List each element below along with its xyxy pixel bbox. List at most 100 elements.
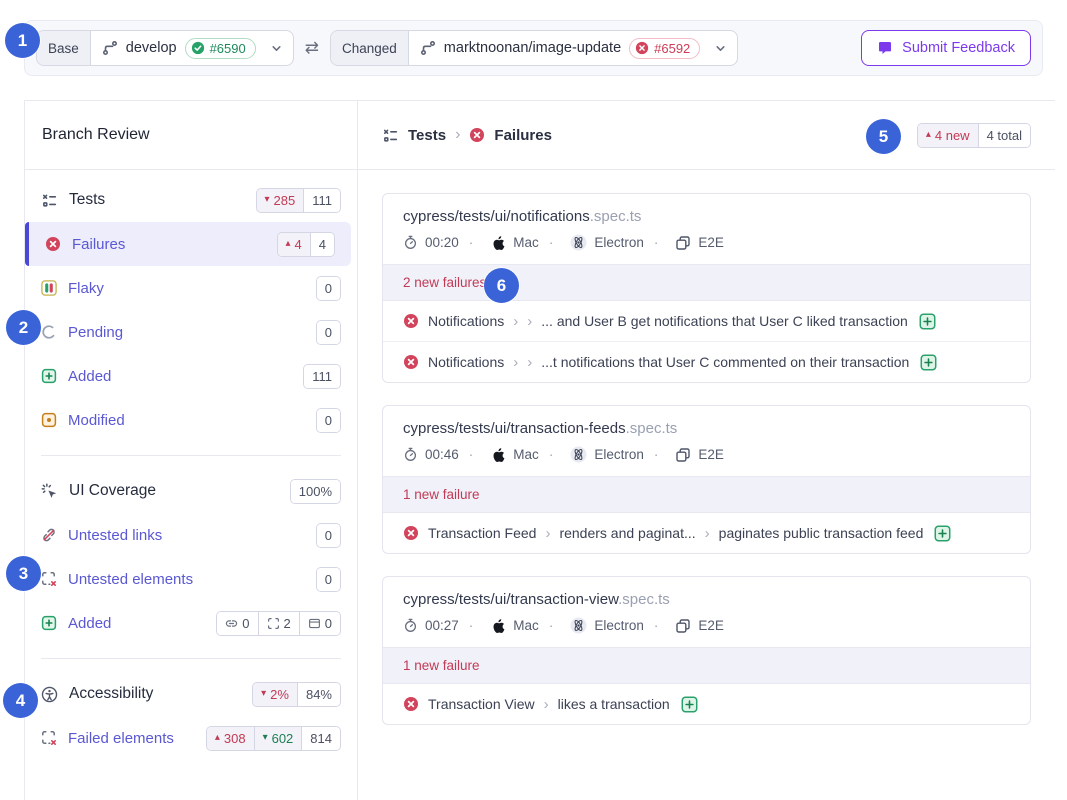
modified-icon: [41, 412, 57, 428]
swap-branches-icon[interactable]: ⇄: [305, 38, 319, 58]
check-circle-icon: [191, 41, 205, 55]
window-icon: [308, 617, 321, 630]
untested-elements-badge: 0: [316, 567, 341, 592]
stopwatch-icon: [403, 618, 418, 633]
sidebar-item-modified[interactable]: Modified 0: [25, 398, 357, 442]
spec-path: cypress/tests/ui/transaction-feeds.spec.…: [403, 420, 1010, 437]
x-circle-icon: [45, 236, 61, 252]
annotation-marker-5: 5: [866, 119, 901, 154]
sidebar-item-untested-links[interactable]: Untested links 0: [25, 513, 357, 557]
spec-test-type: E2E: [698, 447, 724, 462]
untested-links-badge: 0: [316, 523, 341, 548]
flaky-badge: 0: [316, 276, 341, 301]
x-circle-icon: [403, 696, 419, 712]
changed-branch-select[interactable]: Changed marktnoonan/image-update #6592: [330, 30, 738, 66]
base-run-badge: #6590: [185, 38, 256, 59]
breadcrumb-tests[interactable]: Tests: [408, 127, 446, 144]
failure-row[interactable]: Transaction View › likes a transaction: [383, 684, 1030, 724]
sidebar-item-tests[interactable]: Tests ▾285 111: [25, 178, 357, 222]
sidebar-item-coverage-added[interactable]: Added 0 2 0: [25, 601, 357, 645]
sidebar-item-untested-elements[interactable]: Untested elements 0: [25, 557, 357, 601]
x-circle-icon: [635, 41, 649, 55]
new-test-indicator-icon[interactable]: [920, 354, 937, 371]
chevron-right-icon: ›: [513, 313, 518, 330]
e2e-icon: [675, 235, 691, 251]
new-failures-label: 1 new failure: [383, 476, 1030, 513]
branch-review-panel: Branch Review Tests ▾285 111 Failures ▴4…: [24, 100, 1055, 800]
failure-crumb: Notifications: [428, 313, 504, 329]
annotation-marker-4: 4: [3, 683, 38, 718]
apple-icon: [490, 447, 506, 463]
spec-card-header: cypress/tests/ui/transaction-view.spec.t…: [383, 577, 1030, 647]
main-panel: Tests › Failures ▴4 new 4 total cypress/…: [358, 101, 1055, 800]
spec-browser: Electron: [594, 447, 644, 462]
failure-row[interactable]: Transaction Feed › renders and paginat..…: [383, 513, 1030, 553]
spec-path: cypress/tests/ui/transaction-view.spec.t…: [403, 591, 1010, 608]
breadcrumb-failures: Failures: [494, 127, 552, 144]
failures-badge: ▴4 4: [277, 232, 336, 257]
speech-bubble-icon: [877, 40, 893, 56]
sidebar-item-flaky[interactable]: Flaky 0: [25, 266, 357, 310]
failure-row[interactable]: Notifications › › ...t notifications tha…: [383, 341, 1030, 382]
modified-badge: 0: [316, 408, 341, 433]
sidebar-divider: [41, 455, 341, 456]
new-test-indicator-icon[interactable]: [934, 525, 951, 542]
failure-title: paginates public transaction feed: [719, 525, 924, 541]
pending-badge: 0: [316, 320, 341, 345]
link-slash-icon: [41, 527, 57, 543]
new-failures-label: 2 new failures: [383, 264, 1030, 301]
chevron-down-icon: [713, 41, 728, 56]
chevron-right-icon: ›: [544, 696, 549, 713]
spec-duration: 00:27: [425, 618, 459, 633]
base-label: Base: [37, 31, 91, 65]
spec-os: Mac: [513, 618, 539, 633]
electron-icon: [570, 617, 587, 634]
failure-crumb: Transaction View: [428, 696, 535, 712]
spec-os: Mac: [513, 447, 539, 462]
x-circle-icon: [403, 354, 419, 370]
failed-elements-badge: ▴308 ▾602 814: [206, 726, 341, 751]
accessibility-icon: [41, 686, 58, 703]
electron-icon: [570, 234, 587, 251]
x-circle-icon: [469, 127, 485, 143]
chevron-down-icon: [269, 41, 284, 56]
new-test-indicator-icon[interactable]: [681, 696, 698, 713]
chevron-right-icon: ›: [527, 354, 532, 371]
changed-run-badge: #6592: [629, 38, 700, 59]
spec-card-header: cypress/tests/ui/notifications.spec.ts 0…: [383, 194, 1030, 264]
coverage-added-badge: 0 2 0: [216, 611, 341, 636]
new-failures-label: 1 new failure: [383, 647, 1030, 684]
element-x-icon: [41, 730, 57, 746]
submit-feedback-button[interactable]: Submit Feedback: [861, 30, 1031, 66]
ui-coverage-badge: 100%: [290, 479, 341, 504]
failure-title: ... and User B get notifications that Us…: [541, 313, 908, 329]
chevron-right-icon: ›: [545, 525, 550, 542]
sidebar-item-ui-coverage[interactable]: UI Coverage 100%: [25, 469, 357, 513]
new-test-indicator-icon[interactable]: [919, 313, 936, 330]
spec-card-transaction-view: cypress/tests/ui/transaction-view.spec.t…: [382, 576, 1031, 725]
sidebar-item-failed-elements[interactable]: Failed elements ▴308 ▾602 814: [25, 716, 357, 760]
tests-icon: [382, 127, 399, 144]
added-icon: [41, 368, 57, 384]
apple-icon: [490, 235, 506, 251]
chevron-right-icon: ›: [513, 354, 518, 371]
spec-path: cypress/tests/ui/notifications.spec.ts: [403, 208, 1010, 225]
failure-row[interactable]: Notifications › › ... and User B get not…: [383, 301, 1030, 341]
sidebar-item-pending[interactable]: Pending 0: [25, 310, 357, 354]
base-branch-select[interactable]: Base develop #6590: [36, 30, 294, 66]
base-run-number: #6590: [210, 41, 246, 56]
failures-summary-badge: ▴4 new 4 total: [917, 123, 1031, 148]
spec-browser: Electron: [594, 235, 644, 250]
spec-duration: 00:20: [425, 235, 459, 250]
annotation-marker-2: 2: [6, 310, 41, 345]
x-circle-icon: [403, 525, 419, 541]
base-branch-name: develop: [126, 40, 177, 56]
failure-crumb: Transaction Feed: [428, 525, 536, 541]
e2e-icon: [675, 447, 691, 463]
git-branch-icon: [102, 40, 118, 56]
sidebar-item-failures[interactable]: Failures ▴4 4: [25, 222, 351, 266]
sidebar-item-accessibility[interactable]: Accessibility ▾2% 84%: [25, 672, 357, 716]
sidebar-title: Branch Review: [25, 101, 357, 170]
sidebar-item-added[interactable]: Added 111: [25, 354, 357, 398]
submit-feedback-label: Submit Feedback: [902, 40, 1015, 56]
